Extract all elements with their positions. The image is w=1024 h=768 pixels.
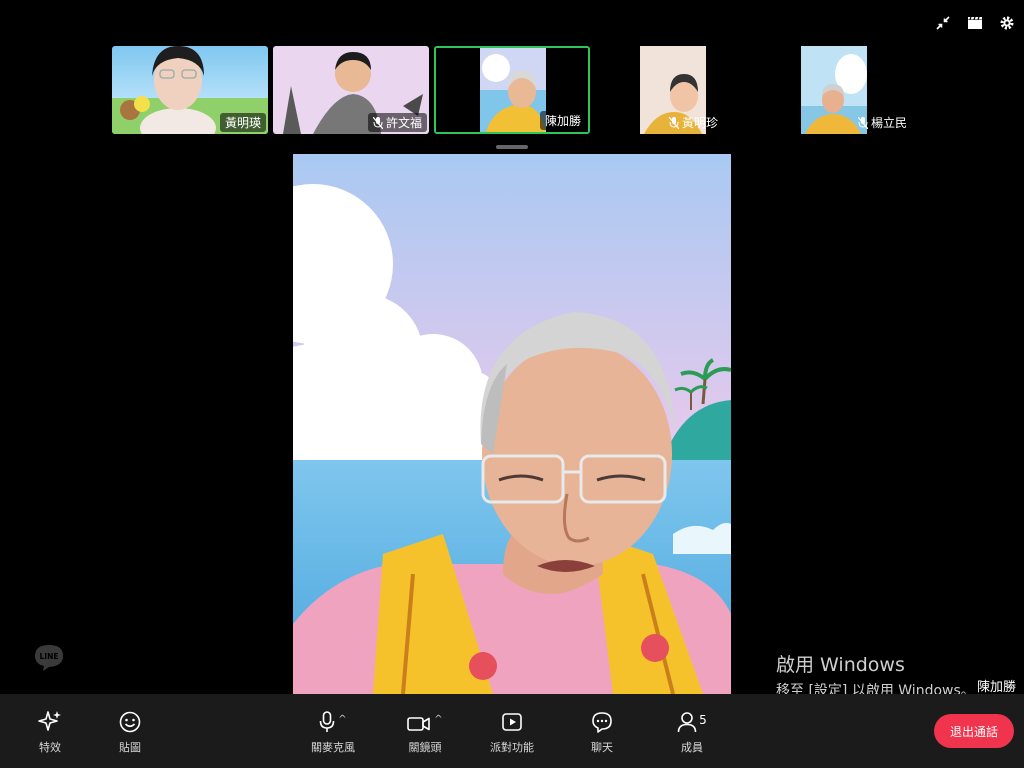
- participant-thumb-1[interactable]: 黃明瑛: [112, 46, 268, 134]
- stickers-button[interactable]: 貼圖: [108, 694, 152, 768]
- camera-button[interactable]: ^ 關鏡頭: [398, 694, 452, 768]
- svg-text:LINE: LINE: [40, 652, 59, 661]
- effects-button[interactable]: 特效: [28, 694, 72, 768]
- microphone-icon: [319, 711, 335, 732]
- mic-muted-icon: [669, 116, 679, 129]
- person-icon: [677, 712, 697, 733]
- participant-thumb-4[interactable]: 黃明珍: [640, 46, 718, 134]
- chat-button[interactable]: 聊天: [580, 694, 624, 768]
- sparkle-icon: [38, 707, 62, 733]
- strip-drag-handle[interactable]: [496, 145, 528, 149]
- participant-name-label: 許文福: [367, 113, 427, 132]
- mic-muted-icon: [858, 116, 868, 129]
- shrink-icon[interactable]: [934, 14, 952, 32]
- call-toolbar: 特效 貼圖 ^ 關麥克風 ^ 關鏡頭 派對功能 聊天 5 成員 退出通話: [0, 694, 1024, 768]
- speaker-video-frame: [293, 154, 731, 694]
- camera-icon: [407, 717, 431, 731]
- main-speaker-video: [293, 154, 731, 694]
- member-count: 5: [699, 713, 707, 727]
- watermark-title: 啟用 Windows: [776, 654, 905, 676]
- clapper-icon[interactable]: [966, 14, 984, 32]
- main-speaker-name: 陳加勝: [976, 680, 1016, 695]
- participant-thumb-5[interactable]: 楊立民: [801, 46, 907, 134]
- participant-name-label: 陳加勝: [539, 111, 586, 130]
- party-button[interactable]: 派對功能: [486, 694, 538, 768]
- participant-thumb-3[interactable]: 陳加勝: [434, 46, 590, 134]
- chat-icon: [591, 707, 613, 733]
- gear-icon[interactable]: [998, 14, 1016, 32]
- leave-call-button[interactable]: 退出通話: [934, 714, 1014, 748]
- smiley-icon: [119, 707, 141, 733]
- mic-muted-icon: [372, 116, 383, 129]
- window-controls: [934, 14, 1016, 32]
- participant-name-label: 黃明珍: [664, 113, 723, 132]
- participant-name-label: 楊立民: [853, 113, 912, 132]
- members-button[interactable]: 5 成員: [670, 694, 714, 768]
- microphone-button[interactable]: ^ 關麥克風: [306, 694, 360, 768]
- mic-options-caret[interactable]: ^: [338, 714, 346, 725]
- windows-activation-watermark: 啟用 Windows 移至 [設定] 以啟用 Windows。: [776, 650, 975, 700]
- party-icon: [501, 707, 523, 733]
- camera-options-caret[interactable]: ^: [434, 714, 442, 725]
- line-logo: LINE: [34, 644, 64, 676]
- participant-name-label: 黃明瑛: [219, 113, 266, 132]
- participant-thumb-2[interactable]: 許文福: [273, 46, 429, 134]
